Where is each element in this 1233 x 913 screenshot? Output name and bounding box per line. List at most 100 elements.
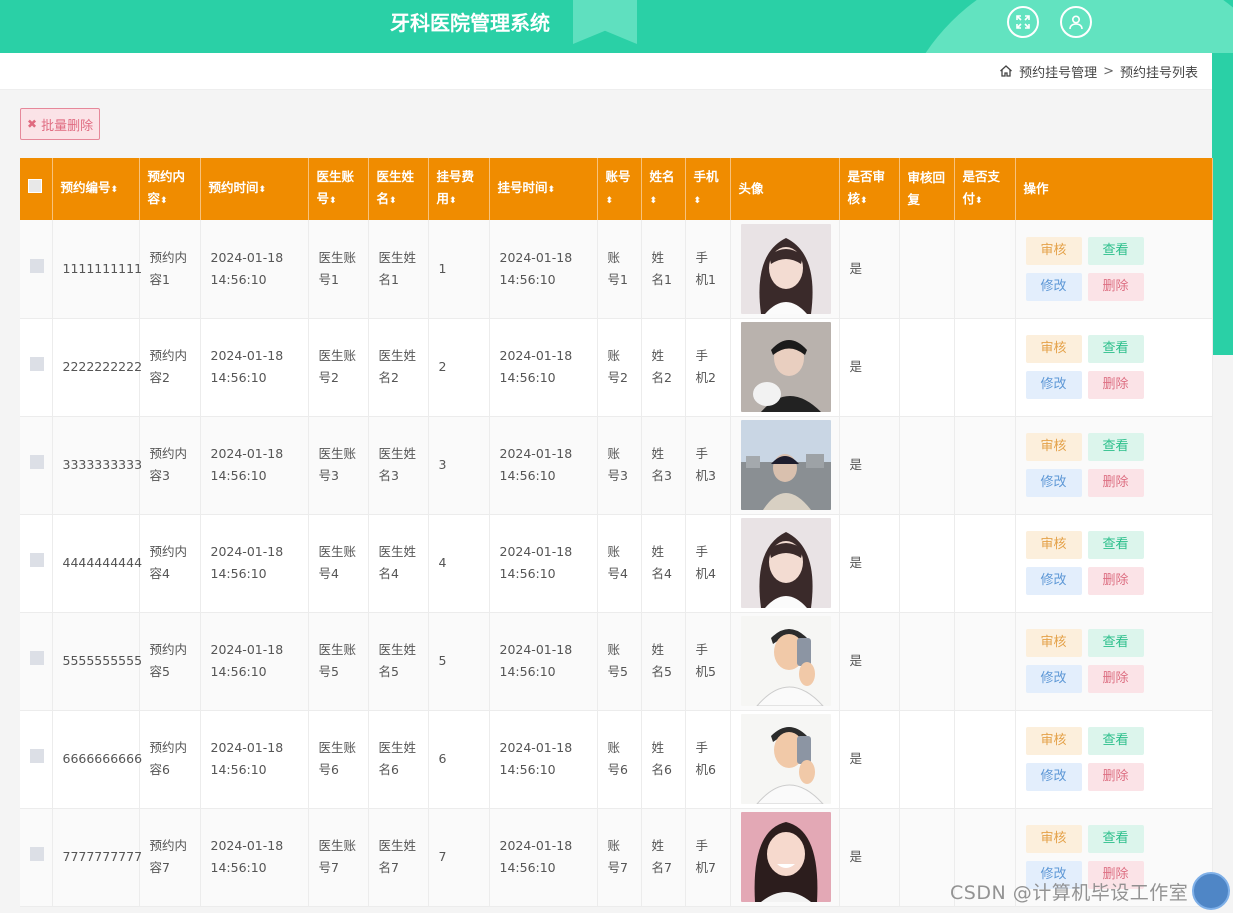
select-all-checkbox[interactable] <box>28 179 42 193</box>
row-actions: 审核 查看 修改 删除 <box>1025 236 1202 301</box>
cell-reply <box>899 416 955 514</box>
column-header[interactable]: 预约编号⬍ <box>52 158 140 220</box>
column-header[interactable]: 是否审核⬍ <box>839 158 900 220</box>
view-button[interactable]: 查看 <box>1087 236 1144 265</box>
sort-icon[interactable]: ⬍ <box>389 196 397 206</box>
column-header[interactable]: 是否支付⬍ <box>954 158 1016 220</box>
scrollbar-thumb[interactable] <box>1212 53 1233 355</box>
column-header-label: 操作 <box>1023 181 1049 196</box>
row-checkbox[interactable] <box>30 258 44 273</box>
edit-button[interactable]: 修改 <box>1025 665 1082 693</box>
review-button[interactable]: 审核 <box>1025 727 1082 755</box>
edit-button[interactable]: 修改 <box>1025 567 1082 595</box>
review-button[interactable]: 审核 <box>1025 825 1082 853</box>
sort-icon[interactable]: ⬍ <box>548 185 556 195</box>
view-button[interactable]: 查看 <box>1087 629 1144 657</box>
edit-button[interactable]: 修改 <box>1025 272 1082 301</box>
cell-fee: 6 <box>428 710 490 808</box>
column-header[interactable]: 挂号时间⬍ <box>489 158 598 220</box>
cell-account: 账号7 <box>597 808 642 906</box>
row-checkbox[interactable] <box>30 847 44 861</box>
review-button[interactable]: 审核 <box>1025 629 1082 657</box>
cell-phone: 手机1 <box>685 220 731 318</box>
cell-name: 姓名2 <box>641 318 686 416</box>
column-header[interactable]: 账号 ⬍ <box>597 158 642 220</box>
column-header[interactable]: 手机 ⬍ <box>685 158 731 220</box>
cell-avatar <box>730 318 840 416</box>
delete-button[interactable]: 删除 <box>1087 665 1144 693</box>
cell-time: 2024-01-18 14:56:10 <box>200 612 309 710</box>
cell-fee: 2 <box>428 318 490 416</box>
sort-icon[interactable]: ⬍ <box>160 196 168 206</box>
edit-button[interactable]: 修改 <box>1025 469 1082 497</box>
breadcrumb-level2: 预约挂号列表 <box>1119 65 1198 81</box>
view-button[interactable]: 查看 <box>1087 335 1144 363</box>
row-checkbox[interactable] <box>30 455 44 469</box>
cell-paid <box>954 514 1016 612</box>
avatar-image[interactable] <box>740 812 831 902</box>
delete-button[interactable]: 删除 <box>1087 763 1144 791</box>
review-button[interactable]: 审核 <box>1025 236 1082 265</box>
sort-icon[interactable]: ⬍ <box>259 185 267 195</box>
review-button[interactable]: 审核 <box>1025 531 1082 559</box>
sort-icon[interactable]: ⬍ <box>650 196 658 206</box>
row-checkbox[interactable] <box>30 357 44 371</box>
cell-phone: 手机3 <box>685 416 731 514</box>
cell-paid <box>954 220 1016 318</box>
column-header[interactable]: 挂号费用⬍ <box>428 158 490 220</box>
cell-avatar <box>730 220 840 318</box>
sort-icon[interactable]: ⬍ <box>860 196 868 206</box>
column-header[interactable]: 预约内容⬍ <box>139 158 201 220</box>
row-checkbox[interactable] <box>30 651 44 665</box>
cell-reply <box>899 514 955 612</box>
avatar-image[interactable] <box>740 616 831 706</box>
view-button[interactable]: 查看 <box>1087 727 1144 755</box>
column-header[interactable]: 医生姓名⬍ <box>368 158 429 220</box>
row-checkbox[interactable] <box>30 553 44 567</box>
view-button[interactable]: 查看 <box>1087 825 1144 853</box>
fullscreen-button[interactable] <box>1007 6 1039 38</box>
column-header: 审核回复 <box>899 158 955 220</box>
delete-button[interactable]: 删除 <box>1087 371 1144 399</box>
sort-icon[interactable]: ⬍ <box>329 196 337 206</box>
delete-button[interactable]: 删除 <box>1087 469 1144 497</box>
edit-button[interactable]: 修改 <box>1025 763 1082 791</box>
sort-icon[interactable]: ⬍ <box>975 196 983 206</box>
column-header[interactable]: 姓名 ⬍ <box>641 158 686 220</box>
sort-icon[interactable]: ⬍ <box>449 196 457 206</box>
app-title: 牙科医院管理系统 <box>390 11 550 35</box>
row-checkbox[interactable] <box>30 749 44 763</box>
cell-time: 2024-01-18 14:56:10 <box>200 416 309 514</box>
avatar-image[interactable] <box>740 223 831 314</box>
column-header[interactable]: 医生账号⬍ <box>308 158 369 220</box>
avatar-image[interactable] <box>740 322 831 412</box>
avatar-image[interactable] <box>740 518 831 608</box>
cell-reviewed: 是 <box>839 416 900 514</box>
avatar-image[interactable] <box>740 714 831 804</box>
review-button[interactable]: 审核 <box>1025 433 1082 461</box>
avatar-image[interactable] <box>740 420 831 510</box>
select-all-cell <box>20 158 53 220</box>
view-button[interactable]: 查看 <box>1087 531 1144 559</box>
sort-icon[interactable]: ⬍ <box>111 185 119 195</box>
view-button[interactable]: 查看 <box>1087 433 1144 461</box>
table-row: 3333333333 预约内容3 2024-01-18 14:56:10 医生账号3 医… <box>20 416 1213 514</box>
delete-button[interactable]: 删除 <box>1087 567 1144 595</box>
home-icon[interactable] <box>999 64 1013 78</box>
column-header-label: 头像 <box>738 181 764 196</box>
cell-content: 预约内容5 <box>139 612 201 710</box>
delete-button[interactable]: 删除 <box>1087 272 1144 301</box>
cell-time: 2024-01-18 14:56:10 <box>200 808 309 906</box>
floating-assistant-button[interactable] <box>1192 872 1230 910</box>
edit-button[interactable]: 修改 <box>1025 371 1082 399</box>
sort-icon[interactable]: ⬍ <box>606 196 614 206</box>
review-button[interactable]: 审核 <box>1025 335 1082 363</box>
batch-delete-button[interactable]: ✖ 批量删除 <box>20 108 101 140</box>
cell-reply <box>899 808 955 906</box>
cell-name: 姓名4 <box>641 514 686 612</box>
table-row: 4444444444 预约内容4 2024-01-18 14:56:10 医生账号4 医… <box>20 514 1213 612</box>
sort-icon[interactable]: ⬍ <box>694 196 702 206</box>
column-header[interactable]: 预约时间⬍ <box>200 158 309 220</box>
breadcrumb-level1[interactable]: 预约挂号管理 <box>1019 62 1097 81</box>
user-button[interactable] <box>1060 6 1092 38</box>
